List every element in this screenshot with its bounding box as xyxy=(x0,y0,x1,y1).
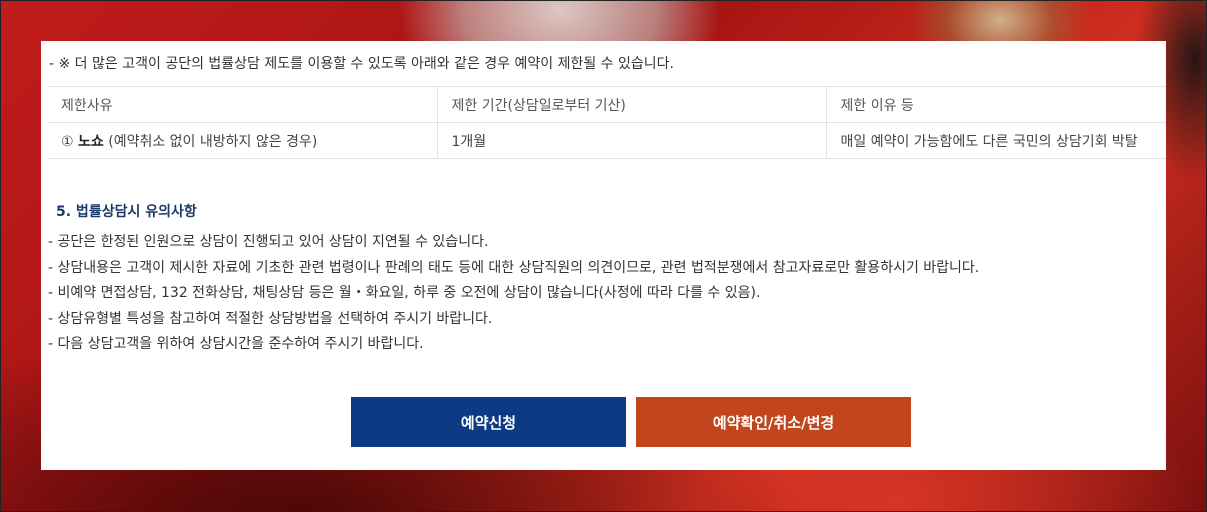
reason-detail: (예약취소 없이 내방하지 않은 경우) xyxy=(103,133,318,150)
section-title: 5. 법률상담시 유의사항 xyxy=(56,204,197,220)
reservation-check-cancel-change-button[interactable]: 예약확인/취소/변경 xyxy=(636,397,911,447)
cell-why: 매일 예약이 가능함에도 다른 국민의 상담기회 박탈 xyxy=(825,122,1166,159)
list-item: - 상담유형별 특성을 참고하여 적절한 상담방법을 선택하여 주시기 바랍니다… xyxy=(48,310,493,327)
notes-list: - 공단은 한정된 인원으로 상담이 진행되고 있어 상담이 지연될 수 있습니… xyxy=(48,230,979,358)
header-period: 제한 기간(상담일로부터 기산) xyxy=(436,86,826,123)
cell-period: 1개월 xyxy=(436,122,826,159)
reservation-apply-button[interactable]: 예약신청 xyxy=(351,397,626,447)
table-row: ① 노쇼 (예약취소 없이 내방하지 않은 경우) 1개월 매일 예약이 가능함… xyxy=(47,122,1166,159)
cell-reason: ① 노쇼 (예약취소 없이 내방하지 않은 경우) xyxy=(47,122,437,159)
content-panel: - ※ 더 많은 고객이 공단의 법률상담 제도를 이용할 수 있도록 아래와 … xyxy=(41,41,1166,470)
header-why: 제한 이유 등 xyxy=(825,86,1166,123)
reason-bold: 노쇼 xyxy=(78,133,104,150)
restriction-table: 제한사유 제한 기간(상담일로부터 기산) 제한 이유 등 ① 노쇼 (예약취소… xyxy=(47,86,1166,159)
list-item: - 공단은 한정된 인원으로 상담이 진행되고 있어 상담이 지연될 수 있습니… xyxy=(48,234,489,250)
restriction-notice: - ※ 더 많은 고객이 공단의 법률상담 제도를 이용할 수 있도록 아래와 … xyxy=(49,56,674,72)
header-reason: 제한사유 xyxy=(47,86,437,123)
table-header-row: 제한사유 제한 기간(상담일로부터 기산) 제한 이유 등 xyxy=(47,86,1166,123)
list-item: - 상담내용은 고객이 제시한 자료에 기초한 관련 법령이나 판례의 태도 등… xyxy=(48,259,980,276)
list-item: - 비예약 면접상담, 132 전화상담, 채팅상담 등은 월・화요일, 하루 … xyxy=(48,285,761,301)
list-item: - 다음 상담고객을 위하여 상담시간을 준수하여 주시기 바랍니다. xyxy=(48,336,424,352)
reason-prefix: ① xyxy=(61,133,79,150)
